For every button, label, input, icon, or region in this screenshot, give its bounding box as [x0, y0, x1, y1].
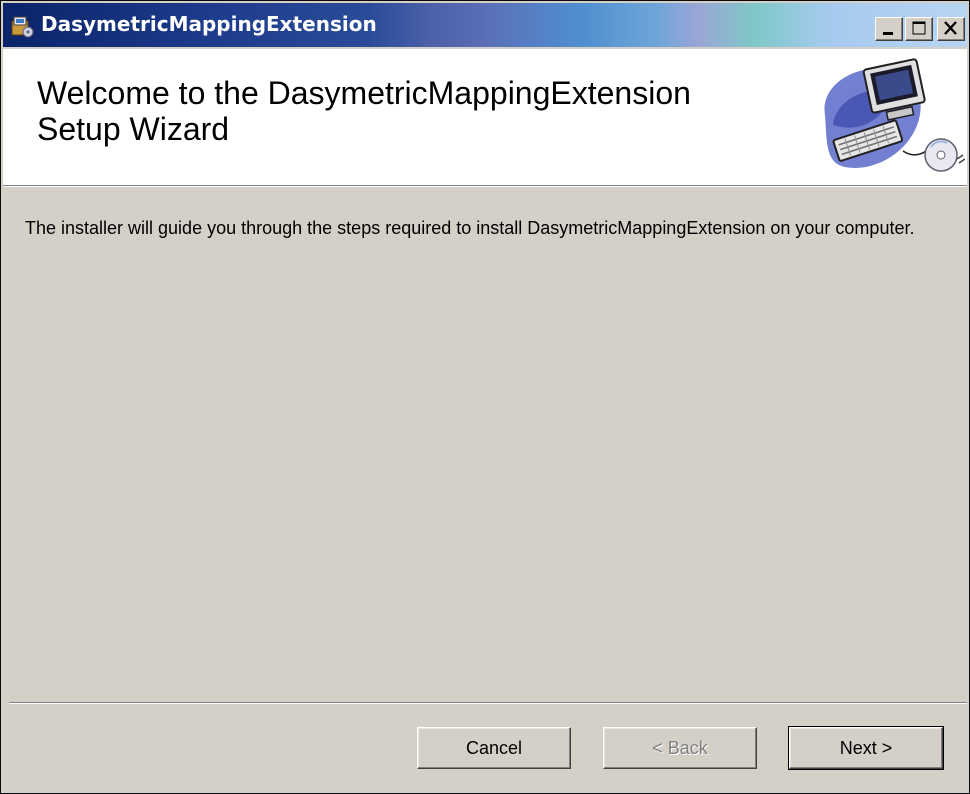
- window-title: DasymetricMappingExtension: [41, 12, 377, 36]
- next-button[interactable]: Next >: [788, 726, 944, 770]
- computer-cd-illustration: [824, 58, 965, 172]
- maximize-button[interactable]: [905, 17, 933, 41]
- back-button: < Back: [603, 727, 757, 769]
- minimize-icon: [883, 32, 893, 35]
- footer-divider-highlight: [9, 703, 967, 704]
- close-button[interactable]: [937, 17, 965, 41]
- maximize-icon: [912, 21, 926, 35]
- cancel-button[interactable]: Cancel: [417, 727, 571, 769]
- intro-text: The installer will guide you through the…: [25, 218, 915, 238]
- wizard-title: Welcome to the DasymetricMappingExtensio…: [37, 75, 797, 147]
- minimize-button[interactable]: [875, 17, 903, 41]
- wizard-header-banner: Welcome to the DasymetricMappingExtensio…: [3, 49, 967, 186]
- setup-wizard-window: DasymetricMappingExtension Welcome to th…: [0, 0, 970, 794]
- close-icon: [944, 21, 957, 35]
- banner-separator: [3, 186, 967, 187]
- wizard-title-line-1: Welcome to the DasymetricMappingExtensio…: [37, 75, 691, 111]
- installer-app-icon: [11, 16, 34, 38]
- title-bar[interactable]: DasymetricMappingExtension: [3, 3, 967, 47]
- wizard-title-line-2: Setup Wizard: [37, 111, 230, 147]
